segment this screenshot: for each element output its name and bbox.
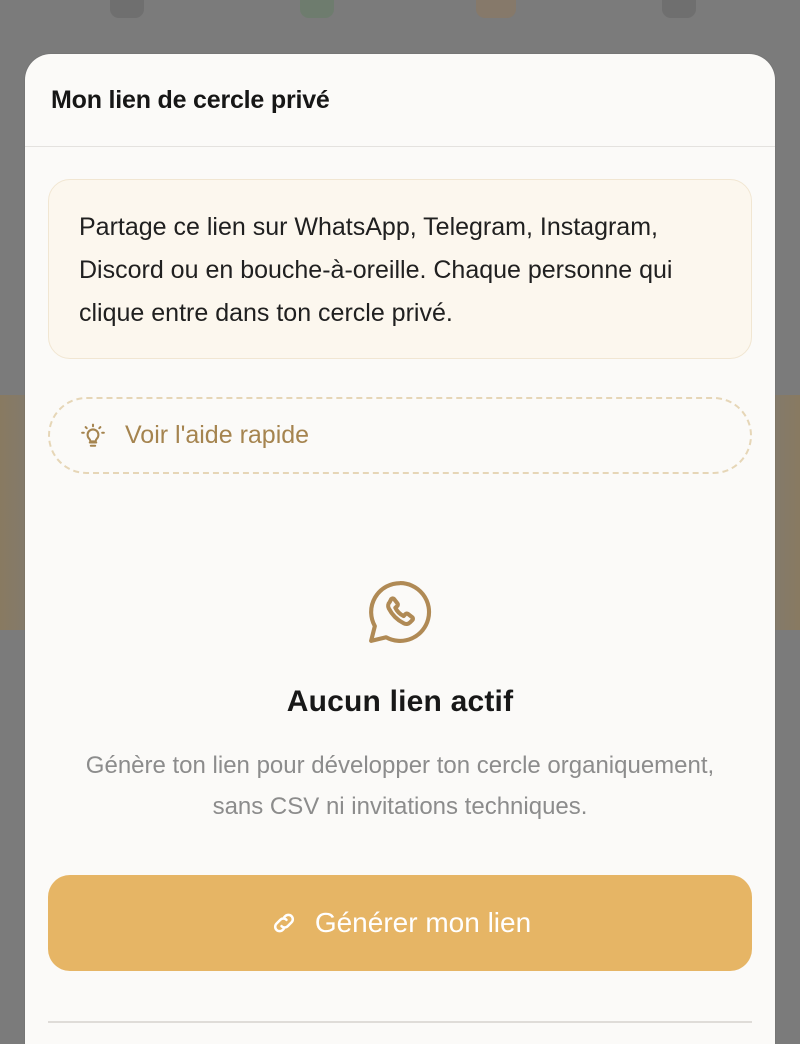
info-card: Partage ce lien sur WhatsApp, Telegram, … xyxy=(48,179,752,359)
section-divider xyxy=(48,1021,752,1023)
link-icon xyxy=(269,908,299,938)
whatsapp-icon xyxy=(367,579,433,645)
lightbulb-icon xyxy=(80,423,106,449)
modal-header: Mon lien de cercle privé xyxy=(25,54,775,147)
empty-state-description: Génère ton lien pour développer ton cerc… xyxy=(85,752,715,820)
info-text: Partage ce lien sur WhatsApp, Telegram, … xyxy=(79,213,673,327)
background-nav-item xyxy=(476,0,516,18)
empty-state: Aucun lien actif Génère ton lien pour dé… xyxy=(25,579,775,827)
quick-help-button[interactable]: Voir l'aide rapide xyxy=(48,397,752,474)
generate-link-label: Générer mon lien xyxy=(314,907,532,938)
empty-state-title: Aucun lien actif xyxy=(286,685,514,718)
modal-title: Mon lien de cercle privé xyxy=(51,85,330,114)
generate-link-button[interactable]: Générer mon lien xyxy=(48,875,752,971)
background-nav-item xyxy=(662,0,696,18)
background-nav-item xyxy=(300,0,334,18)
background-nav-item xyxy=(110,0,144,18)
private-circle-link-modal: Mon lien de cercle privé Partage ce lien… xyxy=(25,54,775,1044)
quick-help-label: Voir l'aide rapide xyxy=(125,421,310,449)
